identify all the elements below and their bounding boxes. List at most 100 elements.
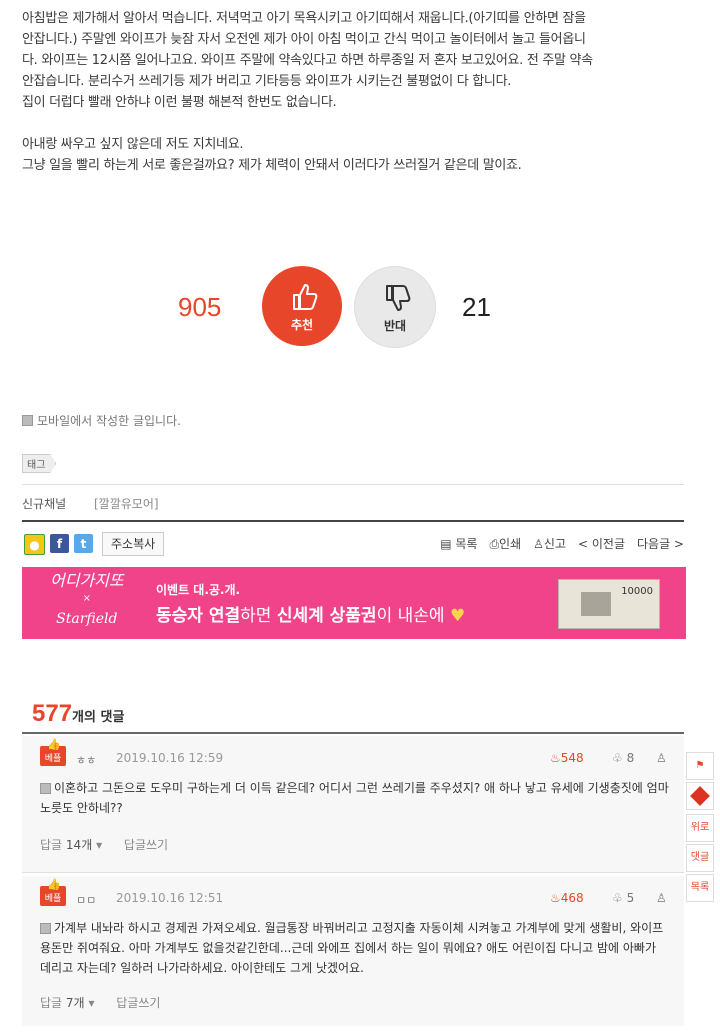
best-comment-badge: 👍 베플 (40, 878, 66, 906)
list-icon: ▤ (440, 537, 456, 551)
comment-count-header: 577개의 댓글 (32, 700, 124, 728)
gift-card-building (581, 592, 611, 616)
comment-upvote-count: 548 (560, 751, 584, 765)
channel-name[interactable]: 신규채널 (22, 497, 66, 511)
thumbs-down-icon: ♧ (612, 751, 627, 765)
article-line: 다. 와이프는 12시쯤 일어나고요. 와이프 주말에 약속있다고 하면 하루종… (22, 53, 593, 68)
article-line: 안잡니다.) 주말엔 와이프가 늦잠 자서 오전엔 제가 아이 아침 먹이고 간… (22, 32, 586, 47)
chevron-down-icon: ▾ (96, 838, 103, 852)
share-gem-icon[interactable] (686, 782, 714, 810)
print-label: 인쇄 (499, 537, 522, 551)
article-line: 집이 더럽다 빨래 안하냐 이런 불평 해본적 한번도 없습니다. (22, 95, 337, 110)
best-comment-badge: 👍 베플 (40, 738, 66, 766)
comment-footer: 답글 7개 ▾ 답글쓰기 (40, 994, 160, 1011)
article-line: 아내랑 싸우고 싶지 않은데 저도 지치네요. (22, 137, 244, 152)
tag-label: 태그 (22, 454, 57, 473)
thumbs-up-icon: 👍 (47, 878, 61, 891)
banner-logo-top: 어디가지또 (50, 571, 124, 590)
report-button[interactable]: ♙신고 (533, 535, 566, 552)
article-line: 아침밥은 제가해서 알아서 먹습니다. 저녁먹고 아기 목욕시키고 아기띠해서 … (22, 11, 586, 26)
upvote-count: 905 (178, 292, 222, 322)
share-toolbar: ● f t 주소복사 ▤ 목록 ⎙인쇄 ♙신고 < 이전글 다음글 > (22, 532, 684, 556)
gem-shape (690, 786, 710, 806)
reply-label: 답글 (40, 996, 63, 1010)
thumbs-up-icon: ♨ (550, 751, 561, 765)
comment-body: 이혼하고 그돈으로 도우미 구하는게 더 이득 같은데? 어디서 그런 쓰레기를… (40, 781, 669, 815)
article-line: 안잡습니다. 분리수거 쓰레기등 제가 버리고 기타등등 와이프가 시키는건 불… (22, 74, 512, 89)
mobile-icon (40, 923, 51, 934)
upvote-button[interactable]: 추천 (262, 266, 342, 346)
go-comments-button[interactable]: 댓글 (686, 844, 714, 872)
upvote-label: 추천 (290, 317, 314, 332)
comment-upvote-count: 468 (560, 891, 584, 905)
banner-event-label: 이벤트 대.공.개. (156, 583, 241, 597)
downvote-button[interactable]: 반대 (354, 266, 436, 348)
banner-headline-part: 신세계 상품권 (276, 606, 377, 626)
kakao-share-icon[interactable]: ● (24, 534, 45, 555)
comment-report-icon[interactable]: ♙ (656, 751, 667, 765)
banner-logo-brand: Starfield (56, 611, 118, 627)
thumbs-up-icon: 👍 (47, 738, 61, 751)
category-link[interactable]: [깔깔유모어] (94, 497, 159, 511)
copy-url-button[interactable]: 주소복사 (102, 532, 165, 556)
banner-headline-part: 동승자 연결 (156, 606, 241, 626)
comment-count-suffix: 개의 댓글 (72, 710, 125, 725)
comment-author[interactable]: ㅁㅁ (76, 892, 96, 908)
article-line: 그냥 일을 빨리 하는게 서로 좋은걸까요? 제가 체력이 안돼서 이러다가 쓰… (22, 158, 522, 173)
banner-headline-part: 하면 (240, 606, 277, 626)
comment-count: 577 (32, 700, 73, 727)
heart-icon: ♥ (449, 606, 466, 626)
write-reply-link[interactable]: 답글쓰기 (124, 838, 168, 852)
comment-author[interactable]: ㅎㅎ (76, 752, 96, 768)
comment-downvote-count: 5 (626, 891, 635, 905)
next-post-link[interactable]: 다음글 > (637, 535, 684, 552)
thumbs-down-icon (386, 284, 411, 311)
facebook-share-icon[interactable]: f (50, 534, 69, 553)
bookmark-icon[interactable]: ⚑ (686, 752, 714, 780)
mobile-note: 모바일에서 작성한 글입니다. (22, 412, 181, 429)
best-badge-label: 베플 (44, 894, 62, 904)
comment-upvote[interactable]: ♨548 (550, 751, 584, 765)
article-line (22, 113, 690, 134)
comment-date: 2019.10.16 12:51 (116, 891, 224, 905)
divider (22, 732, 684, 734)
comment-footer: 답글 14개 ▾ 답글쓰기 (40, 836, 168, 853)
list-label: 목록 (455, 537, 478, 551)
thumbs-down-icon: ♧ (612, 891, 627, 905)
comment-text: 가계부 내놔라 하시고 경제권 가져오세요. 월급통장 바꿔버리고 고정지출 자… (40, 918, 670, 978)
print-button[interactable]: ⎙인쇄 (489, 535, 521, 552)
banner-logo: 어디가지또 × Starfield (50, 571, 124, 628)
go-list-button[interactable]: 목록 (686, 874, 714, 902)
chevron-down-icon: ▾ (88, 996, 95, 1010)
list-button[interactable]: ▤ 목록 (440, 535, 477, 552)
best-badge-label: 베플 (44, 754, 62, 764)
gift-card-image: 10000 (558, 579, 660, 629)
prev-post-link[interactable]: < 이전글 (578, 535, 625, 552)
write-reply-link[interactable]: 답글쓰기 (116, 996, 160, 1010)
gift-card-value: 10000 (621, 586, 653, 597)
comment-upvote[interactable]: ♨468 (550, 891, 584, 905)
comment-text: 이혼하고 그돈으로 도우미 구하는게 더 이득 같은데? 어디서 그런 쓰레기를… (40, 778, 670, 818)
scroll-top-button[interactable]: 위로 (686, 814, 714, 842)
comment-item: 👍 베플 ㅎㅎ 2019.10.16 12:59 ♨548 ♧ 8 ♙ 이혼하고… (22, 736, 684, 872)
reply-toggle[interactable]: 답글 7개 ▾ (40, 996, 94, 1010)
comment-downvote[interactable]: ♧ 8 (612, 751, 634, 765)
report-icon: ♙ (533, 537, 544, 551)
comment-item: 👍 베플 ㅁㅁ 2019.10.16 12:51 ♨468 ♧ 5 ♙ 가계부 … (22, 876, 684, 1026)
divider (22, 484, 684, 485)
divider (22, 872, 684, 873)
mobile-icon (22, 415, 33, 426)
report-label: 신고 (543, 537, 566, 551)
channel-info: 신규채널 [깔깔유모어] (22, 495, 159, 512)
reply-label: 답글 (40, 838, 63, 852)
reply-toggle[interactable]: 답글 14개 ▾ (40, 838, 102, 852)
reply-count: 7개 (65, 996, 85, 1010)
ad-banner[interactable]: 어디가지또 × Starfield 이벤트 대.공.개. 동승자 연결하면 신세… (22, 567, 686, 639)
twitter-share-icon[interactable]: t (74, 534, 93, 553)
comment-downvote[interactable]: ♧ 5 (612, 891, 634, 905)
thumbs-up-icon: ♨ (550, 891, 561, 905)
comment-date: 2019.10.16 12:59 (116, 751, 224, 765)
post-actions: ▤ 목록 ⎙인쇄 ♙신고 < 이전글 다음글 > (440, 535, 684, 552)
comment-report-icon[interactable]: ♙ (656, 891, 667, 905)
article-body: 아침밥은 제가해서 알아서 먹습니다. 저녁먹고 아기 목욕시키고 아기띠해서 … (22, 8, 690, 176)
